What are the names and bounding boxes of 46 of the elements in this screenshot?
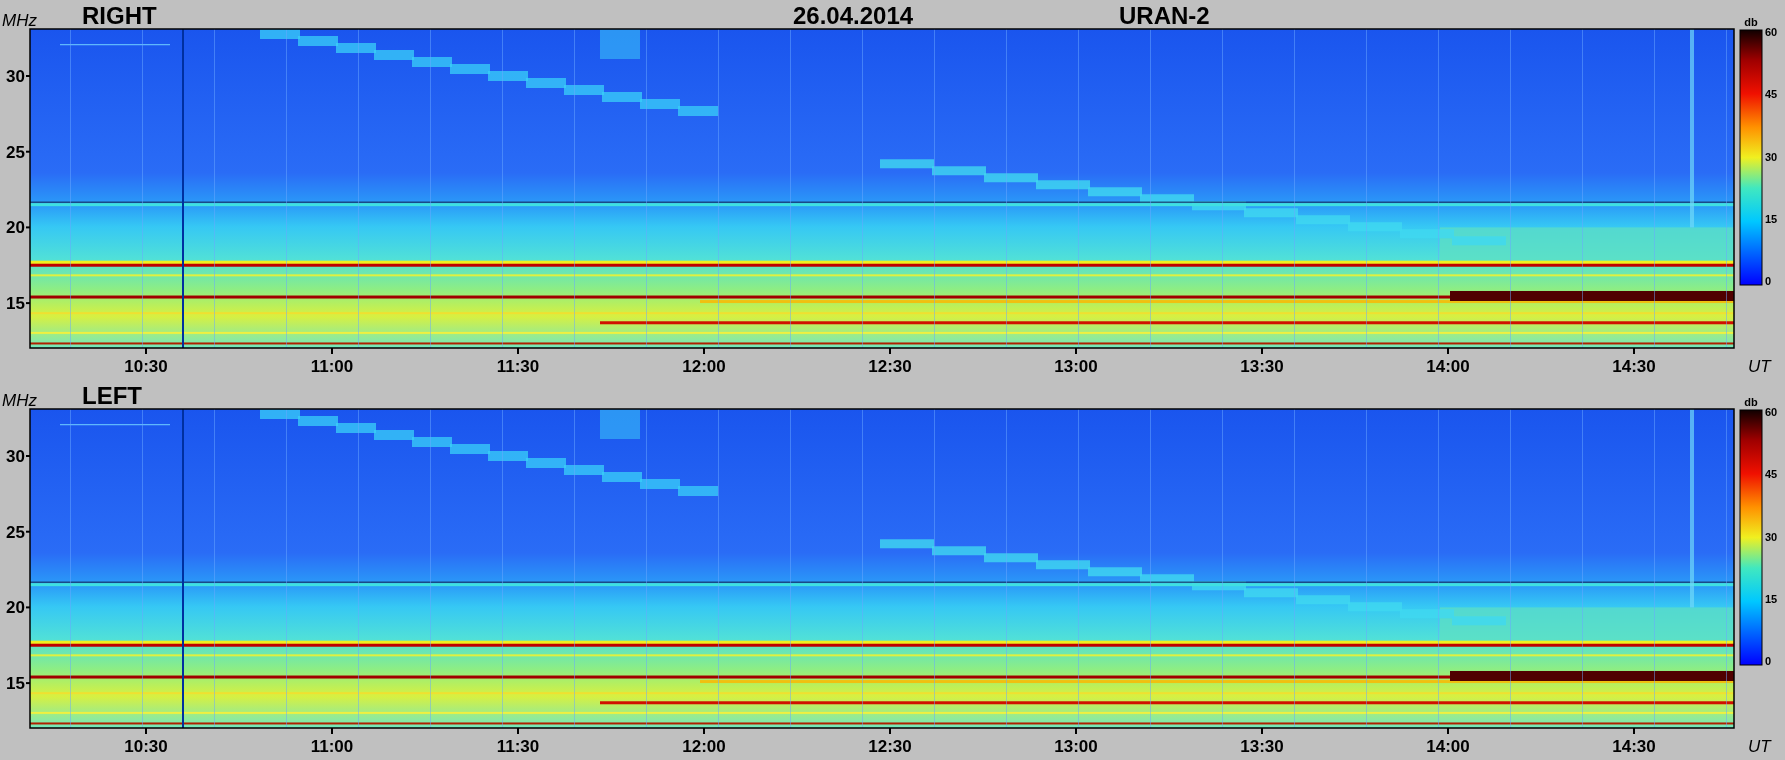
x-tick-label: 11:30 xyxy=(496,737,540,756)
colorbar-tick-label: 0 xyxy=(1765,655,1772,667)
colorbar-tick-label: 0 xyxy=(1765,275,1772,287)
y-tick-label: 25 xyxy=(6,522,25,542)
x-tick-label: 11:30 xyxy=(496,357,540,376)
colorbar-unit: db xyxy=(1744,16,1758,28)
y-tick-label: 30 xyxy=(6,67,25,86)
x-tick-label: 12:30 xyxy=(868,737,912,756)
x-tick-label: 13:00 xyxy=(1054,357,1098,376)
colorbar-tick-label: 45 xyxy=(1765,468,1778,481)
x-tick-label: 12:30 xyxy=(868,357,912,376)
y-tick-label: 15 xyxy=(6,674,25,694)
x-tick-label: 14:30 xyxy=(1612,357,1656,376)
x-tick-label: 11:00 xyxy=(310,737,354,756)
x-tick-label: 11:00 xyxy=(310,357,354,376)
y-tick-label: 20 xyxy=(6,598,25,618)
x-tick-label: 13:30 xyxy=(1240,357,1284,376)
instrument-label: URAN-2 xyxy=(1119,2,1210,29)
panel-title: RIGHT xyxy=(82,2,157,29)
x-tick-label: 14:00 xyxy=(1426,737,1470,756)
x-tick-label: 13:30 xyxy=(1240,737,1284,756)
axis-unit: UT xyxy=(1748,357,1771,376)
x-tick-label: 12:00 xyxy=(682,737,726,756)
colorbar-tick-label: 45 xyxy=(1765,88,1778,101)
x-tick-label: 10:30 xyxy=(124,357,168,376)
y-tick-label: 30 xyxy=(6,447,25,466)
colorbar-tick-label: 15 xyxy=(1765,212,1778,225)
colorbar-tick-label: 15 xyxy=(1765,592,1778,605)
date-label: 26.04.2014 xyxy=(793,2,914,29)
axis-unit: MHz xyxy=(2,11,37,30)
axis-unit: MHz xyxy=(2,391,37,410)
colorbar-tick-label: 30 xyxy=(1765,150,1778,163)
x-tick-label: 10:30 xyxy=(124,737,168,756)
colorbar-tick-label: 60 xyxy=(1765,406,1778,418)
axis-unit: UT xyxy=(1748,737,1771,756)
colorbar-tick-label: 30 xyxy=(1765,530,1778,543)
y-tick-label: 25 xyxy=(6,142,25,162)
y-tick-label: 15 xyxy=(6,294,25,314)
x-tick-label: 14:00 xyxy=(1426,357,1470,376)
x-tick-label: 13:00 xyxy=(1054,737,1098,756)
y-tick-label: 20 xyxy=(6,218,25,238)
colorbar-tick-label: 60 xyxy=(1765,26,1778,38)
panel-title: LEFT xyxy=(82,382,142,409)
colorbar-unit: db xyxy=(1744,396,1758,408)
x-tick-label: 12:00 xyxy=(682,357,726,376)
x-tick-label: 14:30 xyxy=(1612,737,1656,756)
